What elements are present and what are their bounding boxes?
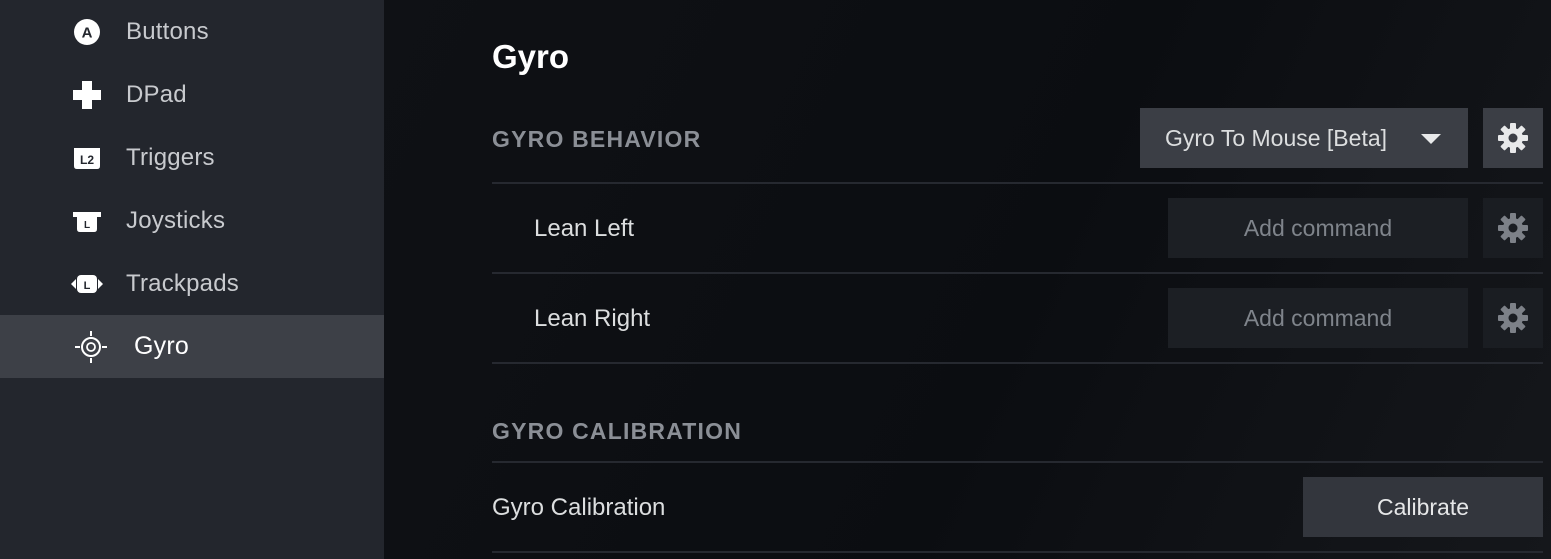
gear-icon	[1498, 303, 1528, 333]
calibrate-button[interactable]: Calibrate	[1303, 477, 1543, 537]
chevron-down-icon	[1421, 134, 1441, 144]
a-button-icon: A	[70, 15, 104, 49]
divider	[492, 182, 1543, 184]
sidebar-item-label: DPad	[126, 80, 187, 108]
section-title-gyro-calibration: GYRO CALIBRATION	[492, 418, 743, 444]
sidebar-item-label: Trackpads	[126, 269, 239, 297]
svg-text:L: L	[84, 280, 91, 292]
divider	[492, 272, 1543, 274]
sidebar-item-trackpads[interactable]: L Trackpads	[0, 252, 384, 315]
gyro-icon	[74, 330, 108, 364]
sidebar-item-label: Buttons	[126, 17, 209, 45]
gear-icon	[1498, 213, 1528, 243]
sidebar-item-dpad[interactable]: DPad	[0, 63, 384, 126]
row-label-lean-right: Lean Right	[534, 305, 651, 332]
sidebar-item-label: Joysticks	[126, 206, 226, 234]
sidebar-item-gyro[interactable]: Gyro	[0, 315, 384, 378]
gyro-behavior-settings-button[interactable]	[1483, 108, 1543, 168]
row-label-lean-left: Lean Left	[534, 215, 635, 242]
dropdown-value: Gyro To Mouse [Beta]	[1165, 124, 1388, 151]
dpad-icon	[70, 78, 104, 112]
l2-trigger-icon: L2	[70, 141, 104, 175]
page-title: Gyro	[492, 38, 570, 75]
lean-right-add-command-button[interactable]: Add command	[1168, 288, 1468, 348]
divider	[492, 362, 1543, 364]
divider	[492, 551, 1543, 553]
lean-right-settings-button[interactable]	[1483, 288, 1543, 348]
joystick-icon: L	[70, 204, 104, 238]
sidebar-item-buttons[interactable]: A Buttons	[0, 0, 384, 63]
svg-text:A: A	[82, 24, 93, 41]
gear-icon	[1498, 123, 1528, 153]
sidebar-item-triggers[interactable]: L2 Triggers	[0, 126, 384, 189]
trackpad-icon: L	[70, 267, 104, 301]
gyro-behavior-dropdown[interactable]: Gyro To Mouse [Beta]	[1140, 108, 1468, 168]
lean-left-add-command-button[interactable]: Add command	[1168, 198, 1468, 258]
row-label-gyro-calibration: Gyro Calibration	[492, 494, 666, 521]
sidebar-item-joysticks[interactable]: L Joysticks	[0, 189, 384, 252]
lean-left-settings-button[interactable]	[1483, 198, 1543, 258]
svg-text:L2: L2	[80, 153, 94, 167]
svg-text:L: L	[84, 220, 90, 231]
main-panel: Gyro GYRO BEHAVIOR Gyro To Mouse [Beta] …	[384, 0, 1551, 559]
sidebar-item-label: Triggers	[126, 143, 215, 171]
divider	[492, 461, 1543, 463]
section-title-gyro-behavior: GYRO BEHAVIOR	[492, 126, 702, 152]
sidebar-item-label: Gyro	[134, 332, 189, 360]
sidebar: A Buttons DPad L2 Triggers L Joysticks L…	[0, 0, 384, 559]
